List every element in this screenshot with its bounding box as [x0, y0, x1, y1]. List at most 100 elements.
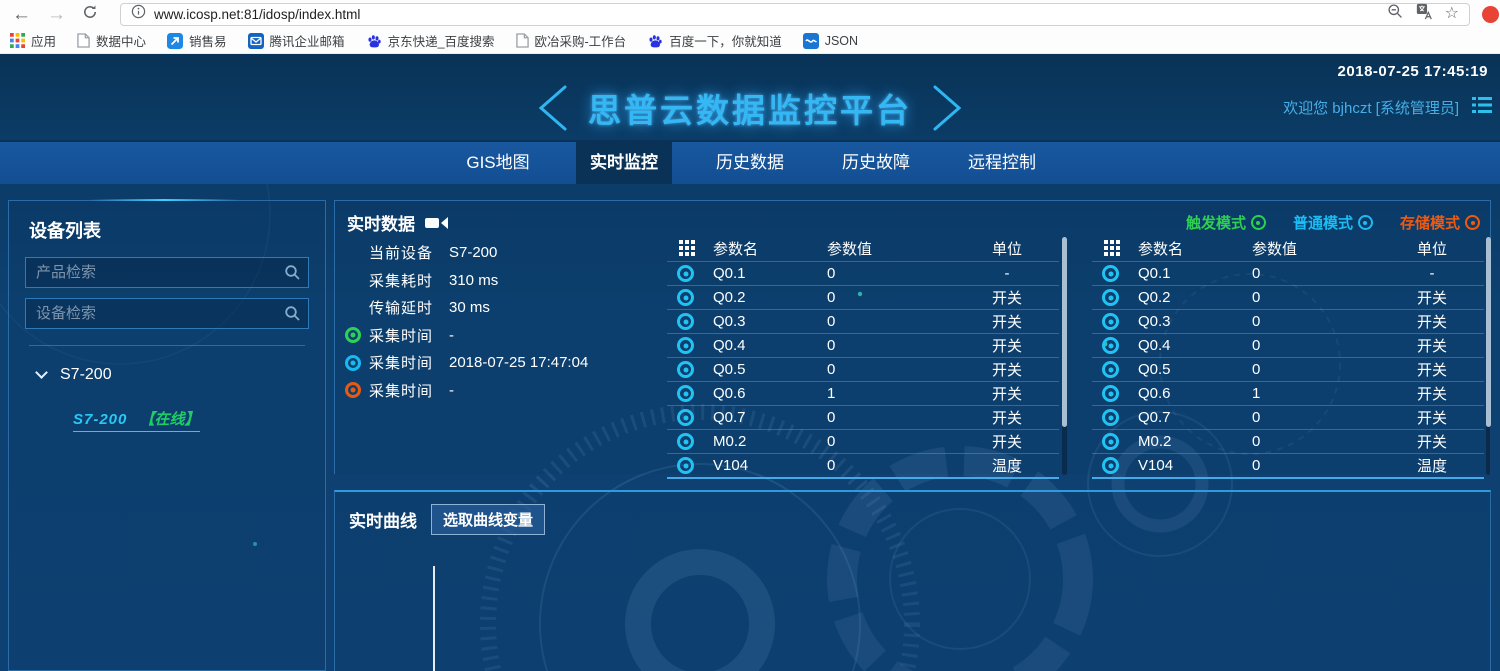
bookmark-label: 销售易 [189, 31, 227, 50]
param-value: 0 [1252, 433, 1380, 450]
table-row[interactable]: Q0.20开关 [1092, 285, 1484, 309]
device-search-input[interactable] [25, 298, 309, 329]
table-row[interactable]: Q0.30开关 [1092, 309, 1484, 333]
param-value: 0 [827, 289, 955, 306]
select-curve-variable-button[interactable]: 选取曲线变量 [431, 504, 545, 535]
address-bar[interactable]: www.icosp.net:81/idosp/index.html ☆ [120, 3, 1470, 26]
bookmark-item-7[interactable]: 百度一下，你就知道 [647, 31, 782, 50]
tree-node-s7-200[interactable]: S7-200 [25, 360, 309, 384]
bookmark-item-6[interactable]: 欧冶采购-工作台 [516, 31, 627, 50]
param-value: 0 [1252, 337, 1380, 354]
param-unit: 开关 [955, 311, 1059, 332]
page: 2018-07-25 17:45:19 欢迎您 bjhczt [系统管理员] [0, 54, 1500, 671]
bookmark-label: 欧冶采购-工作台 [535, 31, 627, 50]
table-row[interactable]: M0.20开关 [1092, 429, 1484, 453]
param-unit: 开关 [955, 383, 1059, 404]
site-info-icon[interactable] [131, 4, 146, 24]
json-icon [803, 33, 819, 49]
param-value: 0 [827, 457, 955, 474]
search-icon[interactable] [284, 264, 301, 286]
device-info-list: 当前设备S7-200采集耗时310 ms传输延时30 ms采集时间-采集时间20… [345, 239, 655, 404]
nav-tab-2[interactable]: 实时监控 [576, 142, 672, 184]
table-scrollbar[interactable] [1486, 237, 1491, 475]
page-icon [516, 33, 529, 48]
realtime-curve-panel: 实时曲线 选取曲线变量 [334, 490, 1491, 671]
table-row[interactable]: Q0.20开关 [667, 285, 1059, 309]
table-row[interactable]: Q0.50开关 [1092, 357, 1484, 381]
nav-tab-4[interactable]: 历史故障 [828, 142, 924, 184]
profile-avatar[interactable] [1482, 6, 1499, 23]
param-unit: 开关 [955, 287, 1059, 308]
tree-device-link[interactable]: S7-200 【在线】 [73, 408, 200, 432]
table-row[interactable]: Q0.40开关 [1092, 333, 1484, 357]
info-value: 310 ms [449, 272, 498, 289]
bookmark-star-icon[interactable]: ☆ [1445, 6, 1459, 22]
param-unit: 开关 [955, 431, 1059, 452]
param-unit: - [955, 265, 1059, 282]
param-name: Q0.4 [713, 337, 827, 354]
table-row[interactable]: Q0.40开关 [667, 333, 1059, 357]
mode-button-2[interactable]: 普通模式 [1293, 212, 1373, 233]
param-name: M0.2 [1138, 433, 1252, 450]
info-value: 2018-07-25 17:47:04 [449, 354, 588, 371]
reload-icon[interactable] [82, 4, 98, 24]
table-scrollbar[interactable] [1062, 237, 1067, 475]
xiaoshouyi-icon [167, 33, 183, 49]
url-text[interactable]: www.icosp.net:81/idosp/index.html [154, 7, 1379, 22]
nav-tab-5[interactable]: 远程控制 [954, 142, 1050, 184]
bookmark-item-4[interactable]: 腾讯企业邮箱 [248, 31, 345, 50]
param-name: Q0.1 [713, 265, 827, 282]
target-icon [1102, 265, 1119, 282]
bookmark-item-1[interactable]: 应用 [10, 31, 56, 50]
param-unit: 开关 [955, 335, 1059, 356]
mode-button-3[interactable]: 存储模式 [1400, 212, 1480, 233]
target-icon [1358, 215, 1373, 230]
table-row[interactable]: Q0.70开关 [1092, 405, 1484, 429]
param-name: M0.2 [713, 433, 827, 450]
param-value: 1 [827, 385, 955, 402]
table-row[interactable]: M0.20开关 [667, 429, 1059, 453]
table-row[interactable]: Q0.10- [667, 261, 1059, 285]
nav-tab-1[interactable]: GIS地图 [450, 142, 546, 184]
param-unit: 开关 [1380, 431, 1484, 452]
info-label: 当前设备 [369, 242, 449, 263]
product-search-input[interactable] [25, 257, 309, 288]
translate-icon[interactable] [1416, 3, 1433, 25]
nav-tab-3[interactable]: 历史数据 [702, 142, 798, 184]
baidu-icon [647, 33, 663, 49]
param-name: Q0.7 [1138, 409, 1252, 426]
search-icon[interactable] [284, 305, 301, 327]
info-row: 采集时间- [345, 322, 655, 350]
param-name: Q0.5 [713, 361, 827, 378]
info-value: - [449, 382, 454, 399]
back-icon[interactable]: ← [12, 5, 31, 24]
table-row[interactable]: Q0.61开关 [1092, 381, 1484, 405]
table-row[interactable]: V1040温度 [1092, 453, 1484, 477]
info-value: - [449, 327, 454, 344]
mode-label: 普通模式 [1293, 212, 1353, 233]
tree-node-label: S7-200 [60, 366, 112, 384]
param-unit: 开关 [1380, 383, 1484, 404]
param-value: 0 [827, 361, 955, 378]
table-row[interactable]: Q0.30开关 [667, 309, 1059, 333]
forward-icon[interactable]: → [47, 5, 66, 24]
table-row[interactable]: Q0.10- [1092, 261, 1484, 285]
param-value: 0 [827, 433, 955, 450]
col-param-name: 参数名 [1138, 238, 1252, 259]
col-param-value: 参数值 [1252, 238, 1380, 259]
bookmark-item-3[interactable]: 销售易 [167, 31, 227, 50]
table-row[interactable]: Q0.50开关 [667, 357, 1059, 381]
bookmark-item-2[interactable]: 数据中心 [77, 31, 146, 50]
bookmark-item-5[interactable]: 京东快递_百度搜索 [366, 31, 495, 50]
table-row[interactable]: V1040温度 [667, 453, 1059, 477]
col-unit: 单位 [955, 238, 1059, 259]
table-row[interactable]: Q0.70开关 [667, 405, 1059, 429]
info-value: 30 ms [449, 299, 490, 316]
target-icon [677, 265, 694, 282]
mode-button-1[interactable]: 触发模式 [1186, 212, 1266, 233]
bookmarks-bar: 应用 数据中心 销售易 腾讯企业邮箱 京东快递_百度搜索 欧冶采购-工作台 百度一下，你就知… [0, 28, 1500, 54]
table-row[interactable]: Q0.61开关 [667, 381, 1059, 405]
bookmark-item-8[interactable]: JSON [803, 33, 858, 49]
info-row: 传输延时30 ms [345, 294, 655, 322]
zoom-out-icon[interactable] [1387, 3, 1404, 25]
